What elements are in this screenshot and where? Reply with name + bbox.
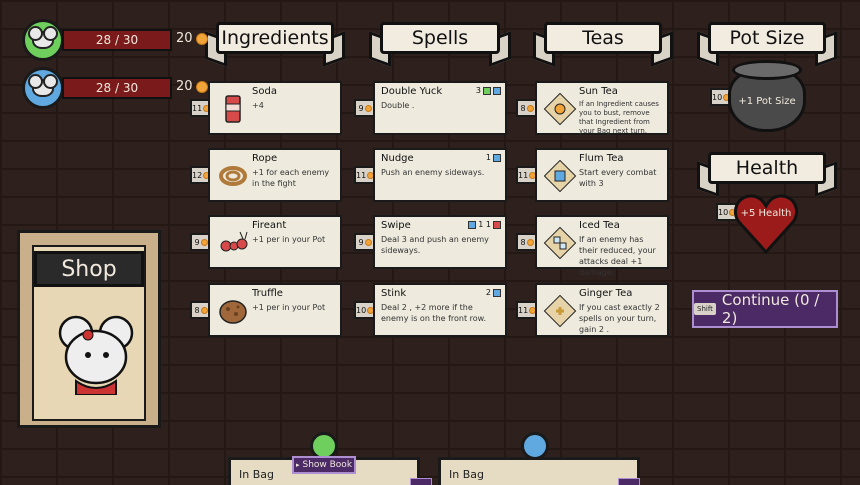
soda-can-icon xyxy=(216,92,250,126)
continue-button[interactable]: Shift Continue (0 / 2) xyxy=(692,290,838,328)
show-book-button[interactable]: ▸ Show Book xyxy=(292,456,356,474)
shopkeeper-mouse-icon xyxy=(54,311,138,396)
fireant-icon xyxy=(216,226,250,260)
heart-icon xyxy=(734,194,798,255)
spell-cost: 1 1 xyxy=(468,220,501,229)
tea-card-flum-tea[interactable]: Flum Tea Start every combat with 3 xyxy=(535,148,669,202)
health-header: Health xyxy=(708,152,826,184)
ginger-tea-icon xyxy=(543,294,577,328)
book-tab xyxy=(618,478,640,485)
spell-card-swipe[interactable]: Swipe 1 1 Deal 3 and push an enemy sidew… xyxy=(373,215,507,269)
shop-sign: Shop xyxy=(34,251,144,287)
shopkeeper-panel: Shop xyxy=(17,230,161,428)
spell-cost: 2 xyxy=(486,288,501,297)
ingredient-card-truffle[interactable]: Truffle +1 per in your Pot xyxy=(208,283,342,337)
pot-size-header: Pot Size xyxy=(708,22,826,54)
player-2-bag-book[interactable]: In Bag xyxy=(438,457,640,485)
spell-cost: 3 xyxy=(476,86,501,95)
tea-card-ginger-tea[interactable]: Ginger Tea If you cast exactly 2 spells … xyxy=(535,283,669,337)
spells-header: Spells xyxy=(380,22,500,54)
flum-tea-icon xyxy=(543,159,577,193)
ingredient-card-fireant[interactable]: Fireant +1 per in your Pot xyxy=(208,215,342,269)
player-2-avatar xyxy=(22,67,64,109)
ingredient-card-soda[interactable]: Soda +4 xyxy=(208,81,342,135)
book-tab xyxy=(410,478,432,485)
tea-card-iced-tea[interactable]: Iced Tea If an enemy has their reduced, … xyxy=(535,215,669,277)
truffle-icon xyxy=(216,294,250,328)
spell-cost: 1 xyxy=(486,153,501,162)
sun-tea-icon xyxy=(543,92,577,126)
player-2-hp: 28 / 30 xyxy=(62,77,172,99)
spell-card-nudge[interactable]: Nudge 1 Push an enemy sideways. xyxy=(373,148,507,202)
player-2-book-avatar xyxy=(521,432,549,460)
ingredient-card-rope[interactable]: Rope +1 for each enemy in the fight xyxy=(208,148,342,202)
player-1-status: 28 / 30 20 xyxy=(22,19,208,61)
rope-icon xyxy=(216,159,250,193)
player-1-gold: 20 xyxy=(176,31,208,46)
tea-card-sun-tea[interactable]: Sun Tea If an Ingredient causes you to b… xyxy=(535,81,669,135)
spell-card-stink[interactable]: Stink 2 Deal 2 , +2 more if the enemy is… xyxy=(373,283,507,337)
continue-label: Continue (0 / 2) xyxy=(721,291,820,327)
ingredients-header: Ingredients xyxy=(216,22,334,54)
shift-key-hint: Shift xyxy=(694,303,716,315)
player-2-gold: 20 xyxy=(176,79,208,94)
coin-icon xyxy=(195,80,208,93)
player-1-avatar xyxy=(22,19,64,61)
coin-icon xyxy=(195,32,208,45)
player-1-hp: 28 / 30 xyxy=(62,29,172,51)
pot-size-upgrade[interactable]: +1 Pot Size xyxy=(728,60,806,132)
health-upgrade[interactable]: +5 Health xyxy=(733,192,799,256)
teas-header: Teas xyxy=(544,22,662,54)
player-2-status: 28 / 30 20 xyxy=(22,67,208,109)
iced-tea-icon xyxy=(543,226,577,260)
spell-card-double-yuck[interactable]: Double Yuck 3 Double . xyxy=(373,81,507,135)
